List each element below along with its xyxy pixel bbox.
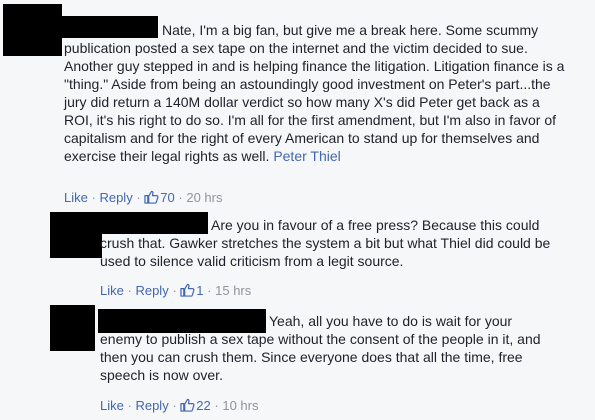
comment-line: "thing." Aside from being an astoundingl… <box>64 76 551 92</box>
author-name-redacted[interactable] <box>62 16 158 38</box>
comment-line-text: exercise their legal rights as well. <box>64 148 274 164</box>
separator-dot: · <box>172 283 177 298</box>
comment-actions: Like · Reply · 22 · 10 hrs <box>100 398 259 414</box>
author-name-redacted[interactable] <box>102 212 208 234</box>
mention-link[interactable]: Peter Thiel <box>273 148 340 164</box>
reply-button[interactable]: Reply <box>135 283 168 298</box>
timestamp[interactable]: 15 hrs <box>215 283 251 298</box>
comment-body: Nate, I'm a big fan, but give me a break… <box>64 21 594 165</box>
like-button[interactable]: Like <box>64 190 88 205</box>
like-count[interactable]: 22 <box>196 398 210 413</box>
avatar-redacted[interactable] <box>50 305 95 351</box>
separator-dot: · <box>172 398 177 413</box>
avatar-redacted[interactable] <box>50 212 102 258</box>
separator-dot: · <box>127 398 132 413</box>
comment-line: publication posted a sex tape on the int… <box>64 40 528 56</box>
comment-line: crush that. Gawker stretches the system … <box>100 235 551 251</box>
thumbs-up-icon[interactable] <box>180 398 195 412</box>
reply-button[interactable]: Reply <box>135 398 168 413</box>
timestamp[interactable]: 20 hrs <box>186 190 222 205</box>
comment-line: used to silence valid criticism from a l… <box>100 253 404 269</box>
like-button[interactable]: Like <box>100 398 124 413</box>
reply-button[interactable]: Reply <box>99 190 132 205</box>
comment-actions: Like · Reply · 70 · 20 hrs <box>64 190 223 206</box>
avatar-redacted[interactable] <box>3 4 62 56</box>
comment-line: speech is now over. <box>100 367 223 383</box>
separator-dot: · <box>91 190 96 205</box>
separator-dot: · <box>214 398 219 413</box>
separator-dot: · <box>178 190 183 205</box>
comment-line: Another guy stepped in and is helping fi… <box>64 58 565 74</box>
thumbs-up-icon[interactable] <box>144 190 159 204</box>
author-name-redacted[interactable] <box>98 309 266 333</box>
comment-line-last: exercise their legal rights as well. Pet… <box>64 147 594 165</box>
separator-dot: · <box>207 283 212 298</box>
separator-dot: · <box>136 190 141 205</box>
separator-dot: · <box>127 283 132 298</box>
comment-line: then you can crush them. Since everyone … <box>100 349 523 365</box>
thumbs-up-icon[interactable] <box>180 283 195 297</box>
comment-line: jury did return a 140M dollar verdict so… <box>64 94 540 110</box>
like-button[interactable]: Like <box>100 283 124 298</box>
timestamp[interactable]: 10 hrs <box>222 398 258 413</box>
like-count[interactable]: 70 <box>160 190 174 205</box>
comment-line: ROI, it's his right to do so. I'm all fo… <box>64 112 556 128</box>
comment-line: capitalism and for the right of every Am… <box>64 130 540 146</box>
comment-actions: Like · Reply · 1 · 15 hrs <box>100 283 251 299</box>
like-count[interactable]: 1 <box>196 283 203 298</box>
